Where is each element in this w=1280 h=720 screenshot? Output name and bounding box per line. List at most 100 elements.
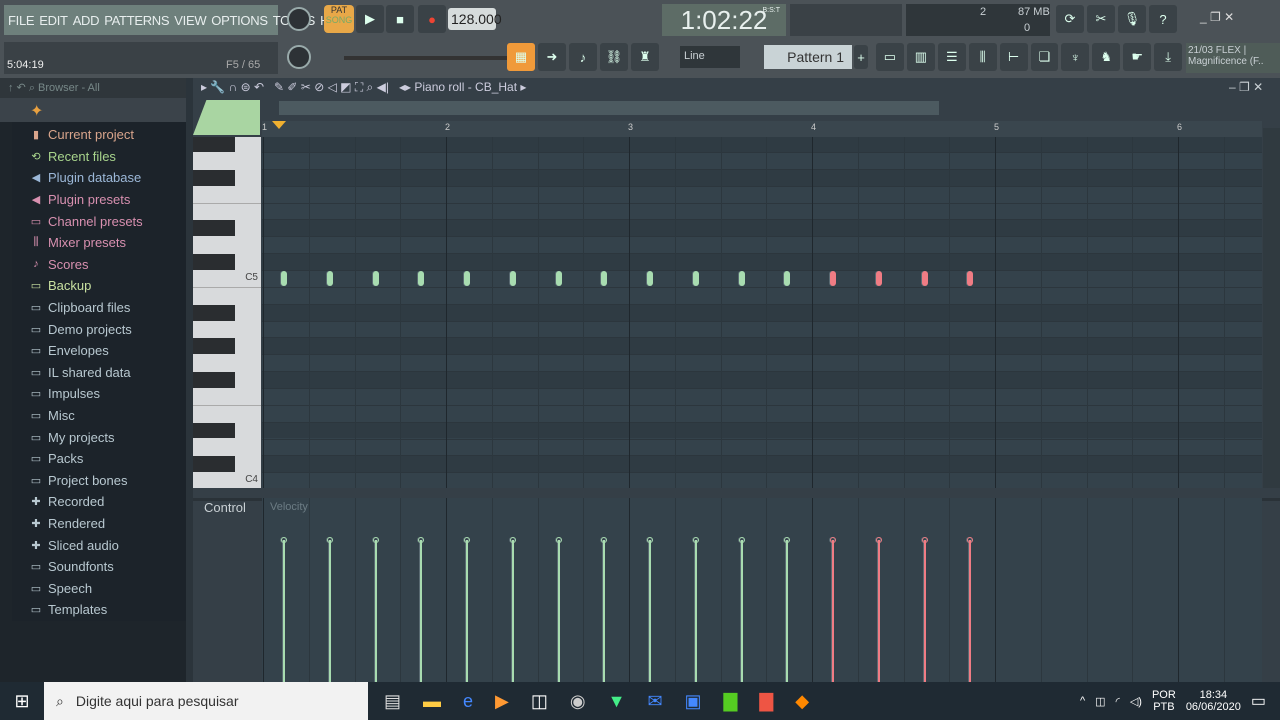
browser-item[interactable]: ▭ IL shared data	[12, 362, 186, 384]
note-red-velocity[interactable]	[969, 540, 972, 682]
note[interactable]	[784, 271, 791, 286]
note-red-velocity-handle[interactable]	[921, 537, 928, 543]
browser-item[interactable]: ▭ Channel presets	[12, 210, 186, 232]
tempo-tapper-icon[interactable]: ♞	[1092, 43, 1121, 71]
file-explorer-icon[interactable]: ▬	[423, 691, 441, 712]
undo-history-icon[interactable]: ⟳	[1056, 5, 1084, 33]
mail-icon[interactable]: ✉	[647, 691, 662, 712]
step-sequencer-icon[interactable]: ▥	[906, 43, 935, 71]
note-red-velocity[interactable]	[832, 540, 834, 682]
browser-tabs[interactable]: ✦	[0, 98, 186, 122]
note-velocity-handle[interactable]	[647, 537, 653, 543]
browser-item[interactable]: ▭ Templates	[12, 599, 186, 621]
note[interactable]	[647, 271, 653, 286]
black-key[interactable]	[193, 304, 235, 321]
tempo-display[interactable]: 128.000	[448, 8, 502, 30]
timeline-ruler[interactable]: 1 2 3 4 5 6	[262, 121, 1262, 137]
note[interactable]	[601, 271, 608, 286]
browser-item[interactable]: ✚ Rendered	[12, 513, 186, 535]
note[interactable]	[692, 271, 699, 286]
browser-item[interactable]: ⟲ Recent files	[12, 146, 186, 168]
help-icon[interactable]: ?	[1149, 5, 1177, 33]
browser-item[interactable]: ▭ My projects	[12, 426, 186, 448]
browser-item[interactable]: ▭ Backup	[12, 275, 186, 297]
note-velocity[interactable]	[786, 540, 789, 682]
browser-item[interactable]: ◀ Plugin presets	[12, 189, 186, 211]
browser-item[interactable]: ▭ Impulses	[12, 383, 186, 405]
menu-add[interactable]: ADD	[73, 13, 100, 28]
master-volume-knob[interactable]	[287, 7, 311, 31]
browser-item[interactable]: ▭ Demo projects	[12, 318, 186, 340]
browser-item[interactable]: ⫼ Mixer presets	[12, 232, 186, 254]
black-key[interactable]	[193, 169, 235, 186]
note-velocity-handle[interactable]	[738, 537, 745, 543]
link-icon[interactable]: ⛓	[600, 43, 628, 71]
note[interactable]	[738, 271, 745, 286]
browser-item[interactable]: ✚ Recorded	[12, 491, 186, 513]
store-icon[interactable]: ◫	[531, 691, 548, 712]
note-red-velocity-handle[interactable]	[875, 537, 882, 543]
stop-button[interactable]: ■	[386, 5, 414, 33]
edge-icon[interactable]: e	[463, 691, 473, 712]
slide-icon[interactable]: ♪	[569, 43, 597, 71]
note-red-velocity-handle[interactable]	[967, 537, 974, 543]
note-velocity-handle[interactable]	[464, 537, 470, 543]
note-red-velocity-handle[interactable]	[830, 537, 836, 543]
browser-item[interactable]: ▭ Misc	[12, 405, 186, 427]
piano-roll-window-controls[interactable]: – ❐ ✕	[1229, 80, 1263, 94]
note-red-velocity[interactable]	[923, 540, 926, 682]
black-key[interactable]	[193, 220, 235, 237]
control-label[interactable]: Control	[204, 500, 246, 515]
note-velocity[interactable]	[557, 540, 560, 682]
pattern-selector[interactable]: Pattern 1	[764, 45, 852, 69]
browser-item[interactable]: ▭ Speech	[12, 577, 186, 599]
menu-options[interactable]: OPTIONS	[211, 13, 268, 28]
app-icon[interactable]: ▣	[685, 691, 702, 712]
black-key[interactable]	[193, 137, 235, 153]
note[interactable]	[464, 271, 470, 286]
control-target[interactable]: Velocity	[270, 501, 308, 513]
note-velocity-handle[interactable]	[555, 537, 562, 543]
play-button[interactable]: ▶	[356, 5, 384, 33]
note-velocity-handle[interactable]	[372, 537, 379, 543]
note[interactable]	[418, 271, 425, 286]
clock[interactable]: 18:34 06/06/2020	[1186, 689, 1241, 713]
media-player-icon[interactable]: ▶	[495, 691, 509, 712]
note-red[interactable]	[830, 271, 836, 286]
notifications-icon[interactable]: ▭	[1251, 691, 1266, 711]
vertical-scrollbar[interactable]	[1263, 128, 1280, 488]
menu-file[interactable]: FILE	[8, 13, 35, 28]
note-velocity-handle[interactable]	[509, 537, 516, 543]
horizontal-scrollbar[interactable]	[279, 101, 939, 115]
note-velocity[interactable]	[328, 540, 331, 682]
note[interactable]	[555, 271, 562, 286]
note-velocity[interactable]	[694, 540, 697, 682]
note[interactable]	[509, 271, 516, 286]
taskbar-search[interactable]: ⌕ Digite aqui para pesquisar	[44, 682, 368, 720]
plugin-icon[interactable]: ♆	[1061, 43, 1090, 71]
piano-keyboard[interactable]: C5 C4	[193, 137, 261, 488]
camtasia-red-icon[interactable]: ▇	[759, 691, 773, 712]
menu-view[interactable]: VIEW	[174, 13, 206, 28]
note[interactable]	[281, 271, 287, 286]
note-red[interactable]	[921, 271, 928, 286]
black-key[interactable]	[193, 372, 235, 388]
note-velocity[interactable]	[283, 540, 285, 682]
velocity-lane[interactable]	[262, 498, 1262, 682]
browser-tree-icon[interactable]: ⊢	[999, 43, 1028, 71]
playlist-icon[interactable]: ▭	[876, 43, 904, 71]
menu-edit[interactable]: EDIT	[39, 13, 68, 28]
touch-icon[interactable]: ☛	[1123, 43, 1152, 71]
note-velocity-handle[interactable]	[601, 537, 608, 543]
black-key[interactable]	[193, 254, 235, 270]
snap-select[interactable]: Line	[680, 46, 740, 68]
note-velocity[interactable]	[603, 540, 606, 682]
master-pitch-knob[interactable]	[287, 45, 311, 69]
metronome-icon[interactable]: ♜	[631, 43, 659, 71]
browser-item[interactable]: ✚ Sliced audio	[12, 534, 186, 556]
browser-item[interactable]: ♪ Scores	[12, 254, 186, 276]
pat-song-toggle[interactable]: PAT SONG	[324, 5, 354, 33]
browser-item[interactable]: ▭ Soundfonts	[12, 556, 186, 578]
note-grid[interactable]	[262, 137, 1262, 488]
microphone-icon[interactable]: 🎙	[1118, 5, 1146, 33]
